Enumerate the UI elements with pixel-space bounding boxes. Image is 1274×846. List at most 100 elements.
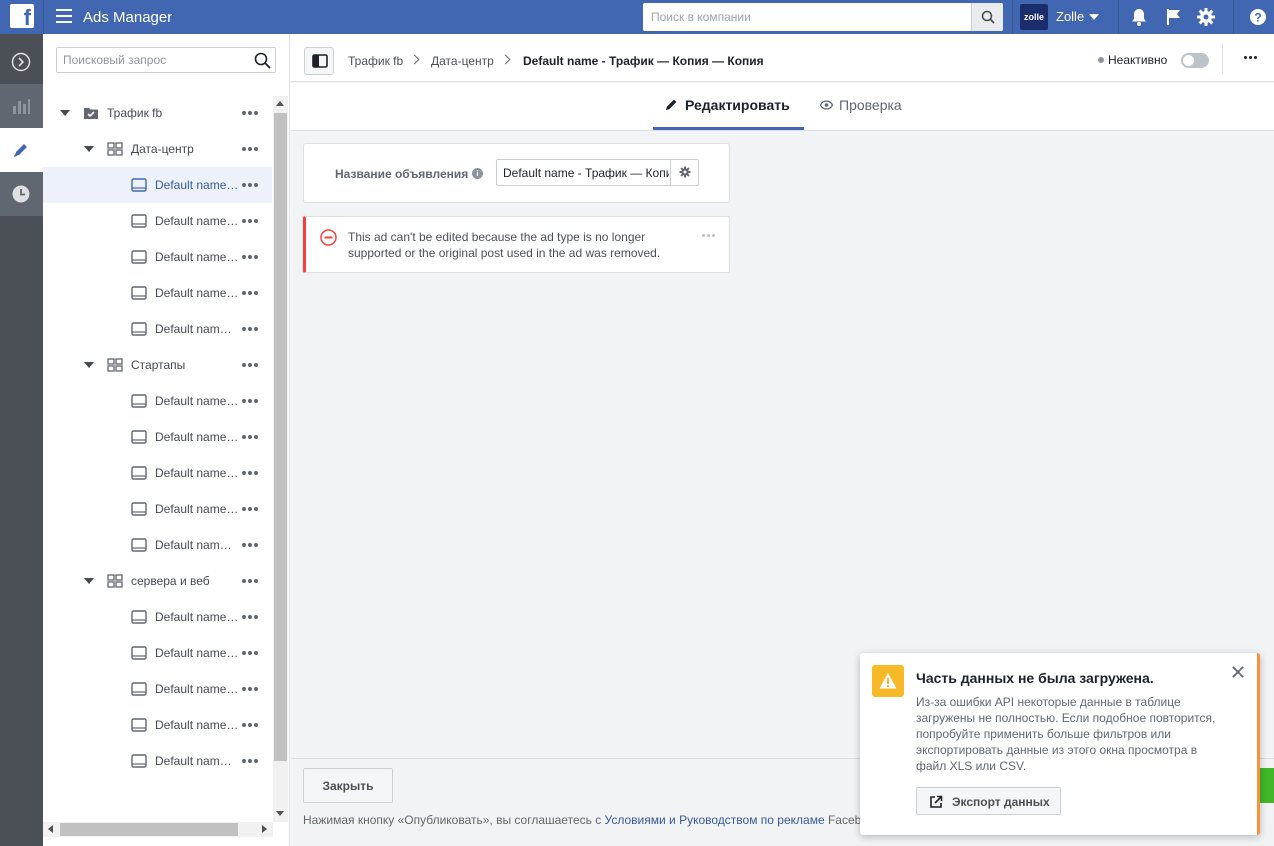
more-options-icon[interactable] xyxy=(242,718,260,728)
more-options-icon[interactable] xyxy=(242,214,260,224)
breadcrumb-adset[interactable]: Дата-центр xyxy=(431,54,494,68)
more-options-icon[interactable] xyxy=(242,142,260,152)
tree-ad-row[interactable]: Default name… xyxy=(43,599,272,635)
more-options-icon[interactable] xyxy=(242,502,260,512)
breadcrumb-campaign[interactable]: Трафик fb xyxy=(348,54,403,68)
facebook-logo-icon[interactable]: f xyxy=(10,4,34,30)
settings-gear-icon[interactable] xyxy=(1196,7,1216,27)
tree-campaign-row[interactable]: Трафик fb xyxy=(43,95,272,131)
more-options-icon[interactable] xyxy=(702,234,717,237)
ad-icon xyxy=(131,214,147,228)
tree-ad-row[interactable]: Default nam… xyxy=(43,311,272,347)
close-button[interactable]: Закрыть xyxy=(303,768,393,803)
more-options-icon[interactable] xyxy=(242,682,260,692)
scrollbar-thumb[interactable] xyxy=(60,823,238,836)
tree-campaign-label: Трафик fb xyxy=(107,106,163,120)
scroll-right-icon[interactable] xyxy=(262,825,267,833)
ad-icon xyxy=(131,178,147,192)
tree-search-input[interactable] xyxy=(57,48,247,72)
menu-icon[interactable] xyxy=(56,9,72,23)
more-options-icon[interactable] xyxy=(242,358,260,368)
edit-pencil-icon xyxy=(14,144,27,157)
tree-horizontal-scrollbar[interactable] xyxy=(43,822,273,837)
tree-ad-row[interactable]: Default name… xyxy=(43,239,272,275)
account-name[interactable]: Zolle xyxy=(1056,9,1084,24)
tree-adset-row[interactable]: Стартапы xyxy=(43,347,272,383)
close-icon[interactable] xyxy=(1230,664,1246,680)
tree-ad-row[interactable]: Default name… xyxy=(43,707,272,743)
panel-toggle-button[interactable] xyxy=(304,47,334,75)
ad-name-settings-button[interactable] xyxy=(670,160,698,185)
tree-ad-row[interactable]: Default name… xyxy=(43,275,272,311)
collapse-caret-icon[interactable] xyxy=(84,146,94,152)
more-options-icon[interactable] xyxy=(242,250,260,260)
scroll-up-icon[interactable] xyxy=(276,101,284,106)
active-toggle[interactable] xyxy=(1181,53,1209,68)
more-options-icon[interactable] xyxy=(242,178,260,188)
more-options-icon[interactable] xyxy=(1244,56,1260,62)
more-options-icon[interactable] xyxy=(242,538,260,548)
tree-ad-row[interactable]: Default name… xyxy=(43,671,272,707)
rail-history[interactable] xyxy=(0,172,43,216)
more-options-icon[interactable] xyxy=(242,646,260,656)
search-button[interactable] xyxy=(971,3,1003,31)
ad-icon xyxy=(131,646,147,660)
info-icon[interactable]: i xyxy=(472,168,483,179)
scrollbar-thumb[interactable] xyxy=(274,113,287,761)
tab-bar: Редактировать Проверка xyxy=(291,83,1274,131)
collapse-caret-icon[interactable] xyxy=(84,362,94,368)
account-avatar[interactable]: zolle xyxy=(1020,4,1048,30)
company-search-input[interactable] xyxy=(643,3,971,31)
app-title: Ads Manager xyxy=(83,9,173,26)
adset-grid-icon xyxy=(107,142,123,156)
tree-ad-row[interactable]: Default name… xyxy=(43,383,272,419)
scroll-left-icon[interactable] xyxy=(48,825,53,833)
sidebar-toggle-icon xyxy=(312,54,328,68)
tree-ad-row[interactable]: Default name… xyxy=(43,635,272,671)
tree-ad-row[interactable]: Default nam… xyxy=(43,527,272,563)
more-options-icon[interactable] xyxy=(242,106,260,116)
terms-link[interactable]: Условиями и Руководством по рекламе xyxy=(605,813,825,827)
notifications-bell-icon[interactable] xyxy=(1129,7,1149,27)
ad-icon xyxy=(131,466,147,480)
more-options-icon[interactable] xyxy=(242,466,260,476)
tree-ad-row[interactable]: Default name… xyxy=(43,455,272,491)
tree-adset-row[interactable]: Дата-центр xyxy=(43,131,272,167)
tab-edit[interactable]: Редактировать xyxy=(653,83,804,130)
more-options-icon[interactable] xyxy=(242,754,260,764)
more-options-icon[interactable] xyxy=(242,610,260,620)
ad-name-input[interactable] xyxy=(497,160,669,185)
ad-icon xyxy=(131,502,147,516)
collapse-caret-icon[interactable] xyxy=(84,578,94,584)
tab-review[interactable]: Проверка xyxy=(818,83,918,130)
ad-icon xyxy=(131,754,147,768)
divider xyxy=(1233,0,1234,34)
tree-vertical-scrollbar[interactable] xyxy=(273,96,288,822)
more-options-icon[interactable] xyxy=(242,394,260,404)
tree-adset-row[interactable]: сервера и веб xyxy=(43,563,272,599)
export-data-button[interactable]: Экспорт данных xyxy=(916,787,1061,815)
tree-ad-row[interactable]: Default name… xyxy=(43,491,272,527)
rail-edit[interactable] xyxy=(0,128,43,172)
chevron-down-icon[interactable] xyxy=(1089,14,1099,20)
more-options-icon[interactable] xyxy=(242,430,260,440)
tree-ad-row[interactable]: Default name… xyxy=(43,419,272,455)
tree-ad-row[interactable]: Default name… xyxy=(43,203,272,239)
tree-ad-row[interactable]: Default name… xyxy=(43,167,272,203)
tree-ad-label: Default name… xyxy=(155,178,239,192)
help-icon[interactable]: ? xyxy=(1248,7,1268,27)
rail-expand[interactable] xyxy=(0,40,43,84)
scroll-down-icon[interactable] xyxy=(276,811,284,816)
ad-icon xyxy=(131,718,147,732)
more-options-icon[interactable] xyxy=(242,322,260,332)
rail-reports[interactable] xyxy=(0,84,43,128)
tree-ad-row[interactable]: Default nam… xyxy=(43,743,272,779)
error-stop-icon xyxy=(320,229,337,246)
collapse-caret-icon[interactable] xyxy=(60,110,70,116)
more-options-icon[interactable] xyxy=(242,286,260,296)
search-icon[interactable] xyxy=(254,52,271,69)
flag-icon[interactable] xyxy=(1164,7,1184,27)
campaign-folder-icon xyxy=(84,108,98,119)
more-options-icon[interactable] xyxy=(242,574,260,584)
toast-body: Из-за ошибки API некоторые данные в табл… xyxy=(916,695,1216,773)
